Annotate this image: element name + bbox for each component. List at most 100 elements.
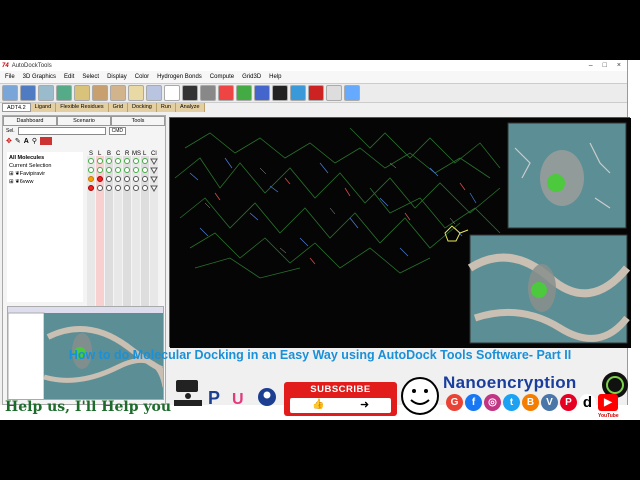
ruler-icon[interactable] xyxy=(92,85,108,101)
youtube-label: YouTube xyxy=(598,413,619,419)
tree-favipiravir-label: Favipiravir xyxy=(19,171,46,177)
grid-select-icon[interactable] xyxy=(39,137,52,145)
vk-icon[interactable]: V xyxy=(541,394,558,411)
col-header-s: S xyxy=(89,151,93,157)
surface-icon[interactable] xyxy=(254,85,270,101)
save-icon[interactable] xyxy=(20,85,36,101)
pencil-tool-icon[interactable] xyxy=(74,85,90,101)
video-frame: 74 AutoDockTools – □ × File 3D Graphics … xyxy=(0,0,640,480)
blogger-icon[interactable]: B xyxy=(522,394,539,411)
tree-favipiravir[interactable]: ⊞ ❦Favipiravir xyxy=(9,170,81,178)
tab-ligand[interactable]: Ligand xyxy=(30,103,57,112)
content-area: 74 AutoDockTools – □ × File 3D Graphics … xyxy=(0,60,640,420)
maximize-button[interactable]: □ xyxy=(603,62,607,69)
tab-adt[interactable]: ADT4.2 xyxy=(2,103,31,112)
menu-select[interactable]: Select xyxy=(82,74,99,80)
instagram-icon[interactable]: ◎ xyxy=(484,394,501,411)
tab-scenario[interactable]: Scenario xyxy=(57,116,111,126)
menu-help[interactable]: Help xyxy=(269,74,281,80)
tab-run[interactable]: Run xyxy=(156,103,176,112)
panel-subtabs: Dashboard Scenario Tools xyxy=(3,116,165,126)
tree-all-molecules[interactable]: All Molecules xyxy=(9,154,81,162)
tab-tools[interactable]: Tools xyxy=(111,116,165,126)
grid-icon[interactable] xyxy=(308,85,324,101)
tab-analyze[interactable]: Analyze xyxy=(175,103,205,112)
menu-bar: File 3D Graphics Edit Select Display Col… xyxy=(0,71,627,83)
menu-color[interactable]: Color xyxy=(135,74,149,80)
tab-grid[interactable]: Grid xyxy=(108,103,128,112)
window-controls: – □ × xyxy=(589,62,627,69)
menu-edit[interactable]: Edit xyxy=(64,74,74,80)
lines-icon[interactable] xyxy=(182,85,198,101)
menu-grid3d[interactable]: Grid3D xyxy=(242,74,261,80)
camera-icon[interactable] xyxy=(290,85,306,101)
menu-hydrogen-bonds[interactable]: Hydrogen Bonds xyxy=(157,74,202,80)
tab-docking[interactable]: Docking xyxy=(128,103,157,112)
smiley-icon xyxy=(401,377,439,415)
youtube-icon[interactable]: ▶ xyxy=(598,394,618,411)
col-header-c: C xyxy=(116,151,121,157)
tab-dashboard[interactable]: Dashboard xyxy=(3,116,57,126)
minimize-button[interactable]: – xyxy=(589,62,593,69)
inset-top-render xyxy=(507,122,627,229)
help-us-text: Help us, I'll Help you xyxy=(5,399,172,415)
close-button[interactable]: × xyxy=(617,62,621,69)
menu-file[interactable]: File xyxy=(5,74,15,80)
torsion-icon[interactable] xyxy=(128,85,144,101)
google-icon[interactable]: G xyxy=(446,394,463,411)
social-icons: G f ◎ t B V P d ▶ xyxy=(446,394,618,411)
row-favipiravir-toggles[interactable] xyxy=(88,176,158,183)
row-selection-toggles[interactable] xyxy=(88,167,158,174)
menu-display[interactable]: Display xyxy=(107,74,127,80)
select-pointer-icon[interactable]: ✥ xyxy=(6,137,12,145)
pencil-icon[interactable]: ✎ xyxy=(15,137,21,145)
redo-icon[interactable] xyxy=(56,85,72,101)
angle-icon[interactable] xyxy=(110,85,126,101)
row-6vww-toggles[interactable] xyxy=(88,185,158,192)
3d-viewer[interactable] xyxy=(169,117,631,348)
selection-row: Sel. CMD xyxy=(3,126,165,136)
row-all-toggles[interactable] xyxy=(88,158,158,165)
open-icon[interactable] xyxy=(2,85,18,101)
subscribe-banner[interactable]: SUBSCRIBE 👍 ➜ xyxy=(284,382,397,416)
tree-current-selection[interactable]: Current Selection xyxy=(9,162,81,170)
col-header-cl: Cl xyxy=(151,151,157,157)
svg-text:U: U xyxy=(232,391,244,408)
menu-3d-graphics[interactable]: 3D Graphics xyxy=(23,74,56,80)
paypal-icon[interactable]: P xyxy=(208,388,220,408)
ribbon-icon[interactable] xyxy=(236,85,252,101)
tree-6vww-label: 6vww xyxy=(19,179,34,185)
tab-flexible-residues[interactable]: Flexible Residues xyxy=(56,103,109,112)
sel-label: Sel. xyxy=(6,128,15,134)
menu-compute[interactable]: Compute xyxy=(210,74,234,80)
upwork-icon[interactable]: U xyxy=(232,391,244,408)
col-header-ms: MS xyxy=(132,151,141,157)
help-icon[interactable] xyxy=(344,85,360,101)
molecule-render xyxy=(170,118,631,348)
color-by-icon[interactable] xyxy=(326,85,342,101)
cmd-dropdown[interactable]: CMD xyxy=(108,127,127,135)
video-caption: How to do Molecular Docking in an Easy W… xyxy=(68,348,572,362)
molecule-tree: All Molecules Current Selection ⊞ ❦Favip… xyxy=(7,152,83,302)
subscribe-actions: 👍 ➜ xyxy=(290,398,391,413)
undo-icon[interactable] xyxy=(38,85,54,101)
pinterest-icon[interactable]: P xyxy=(560,394,577,411)
facebook-icon[interactable]: f xyxy=(465,394,482,411)
hand-money-icon xyxy=(174,380,202,406)
inset-bottom-render xyxy=(467,234,631,344)
twitter-icon[interactable]: t xyxy=(503,394,520,411)
patreon-icon[interactable] xyxy=(258,388,276,406)
sticks-icon[interactable] xyxy=(200,85,216,101)
cpk-icon[interactable] xyxy=(218,85,234,101)
selection-dropdown[interactable] xyxy=(17,127,106,135)
clear-icon[interactable] xyxy=(164,85,180,101)
tree-6vww[interactable]: ⊞ ❦6vww xyxy=(9,178,81,186)
share-arrow-icon: ➜ xyxy=(360,399,370,411)
glasses-icon[interactable] xyxy=(272,85,288,101)
col-header-r: R xyxy=(125,151,130,157)
text-icon[interactable]: A xyxy=(24,138,29,145)
tool-tabs: ADT4.2 Ligand Flexible Residues Grid Doc… xyxy=(0,103,627,112)
select-icon[interactable] xyxy=(146,85,162,101)
filter-icon[interactable]: ⚲ xyxy=(32,137,37,145)
dailymotion-icon[interactable]: d xyxy=(579,394,596,411)
